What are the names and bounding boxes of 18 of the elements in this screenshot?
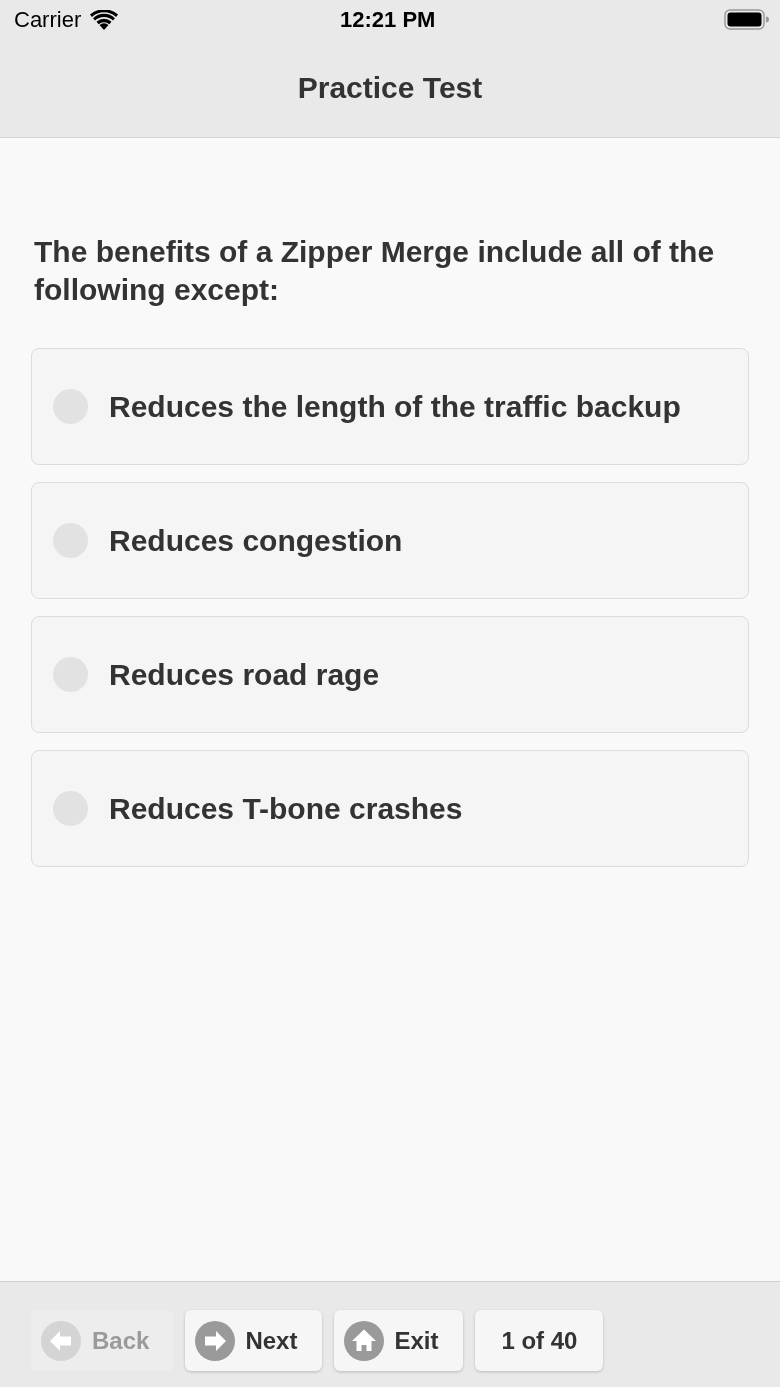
answer-label: Reduces road rage [109,656,380,693]
answer-label: Reduces the length of the traffic backup [109,388,681,425]
answer-option[interactable]: Reduces T-bone crashes [31,750,749,867]
answer-option[interactable]: Reduces road rage [31,616,749,733]
answer-label: Reduces T-bone crashes [109,790,463,827]
question-text: The benefits of a Zipper Merge include all of the following except: [33,234,716,308]
page-title: Practice Test [297,72,483,105]
next-button[interactable]: Next [185,1310,323,1371]
wifi-icon [90,10,119,30]
answer-option[interactable]: Reduces congestion [31,482,749,599]
carrier-name: Carrier [14,9,82,31]
answer-option[interactable]: Reduces the length of the traffic backup [31,348,749,465]
question-counter: 1 of 40 [475,1310,604,1371]
exit-button[interactable]: Exit [334,1310,464,1371]
status-time: 12:21 PM [340,9,436,31]
home-icon [344,1320,385,1361]
battery-icon [724,9,769,30]
answer-label: Reduces congestion [109,522,403,559]
